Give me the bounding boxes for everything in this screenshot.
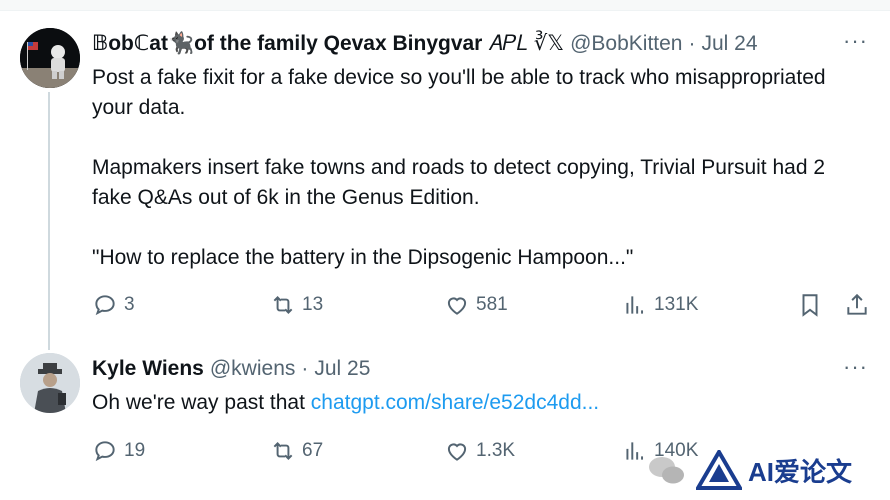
reply-button[interactable]: 19 xyxy=(92,436,145,466)
reply-icon xyxy=(95,295,115,316)
repost-count: 67 xyxy=(302,440,324,461)
avatar-kwiens[interactable] xyxy=(20,353,80,413)
bookmark-icon xyxy=(802,294,818,317)
like-button[interactable]: 1.3K xyxy=(444,436,515,466)
like-count: 581 xyxy=(476,294,508,315)
repost-button[interactable]: 67 xyxy=(270,436,323,466)
tweet-header: Kyle Wiens @kwiens · Jul 25 xyxy=(92,357,370,381)
wechat-icon xyxy=(649,457,684,484)
reply-icon xyxy=(95,441,115,462)
heart-icon xyxy=(447,443,467,461)
avatar-bobkitten[interactable] xyxy=(20,28,80,88)
person-avatar-icon xyxy=(20,353,80,413)
watermark-logo: AI爱论文 xyxy=(646,447,884,493)
more-options-button[interactable]: ··· xyxy=(843,354,868,380)
tweet-header: 𝔹obℂat🐈‍⬛of the family Qevax Binygvar 𝐴𝑃… xyxy=(92,31,758,56)
repost-button[interactable]: 13 xyxy=(270,290,323,320)
tweet-paragraph: Mapmakers insert fake towns and roads to… xyxy=(92,156,826,209)
reply-count: 19 xyxy=(124,440,146,461)
display-name[interactable]: Kyle Wiens xyxy=(92,357,204,381)
header-separator: · xyxy=(301,357,309,380)
heart-icon xyxy=(447,297,467,315)
repost-icon xyxy=(273,442,293,460)
repost-count: 13 xyxy=(302,294,324,315)
tweet-date[interactable]: Jul 24 xyxy=(701,32,757,56)
views-count: 131K xyxy=(654,294,699,315)
name-badge: 𝐴𝑃𝐿 ∛𝕏 xyxy=(488,32,565,55)
share-button[interactable] xyxy=(844,290,876,320)
views-button[interactable]: 131K xyxy=(622,290,698,320)
views-chart-icon xyxy=(626,442,644,460)
like-count: 1.3K xyxy=(476,440,516,461)
tweet-action-bar: 3 13 581 131K xyxy=(92,290,882,320)
header-separator: · xyxy=(688,31,696,55)
tweet-text: Post a fake fixit for a fake device so y… xyxy=(92,63,852,303)
tweet-text: Oh we're way past that chatgpt.com/share… xyxy=(92,388,852,418)
astronaut-avatar-icon xyxy=(20,28,80,88)
more-options-button[interactable]: ··· xyxy=(843,28,868,54)
watermark-text: AI爱论文 xyxy=(748,456,853,487)
share-icon xyxy=(847,293,867,315)
user-handle[interactable]: @BobKitten xyxy=(570,32,682,56)
bookmark-button[interactable] xyxy=(797,290,829,320)
repost-icon xyxy=(273,296,293,314)
tweet-date[interactable]: Jul 25 xyxy=(314,357,370,381)
tweet-paragraph: Post a fake fixit for a fake device so y… xyxy=(92,66,826,119)
reply-text: Oh we're way past that xyxy=(92,391,311,414)
like-button[interactable]: 581 xyxy=(444,290,508,320)
views-chart-icon xyxy=(626,296,644,314)
reply-count: 3 xyxy=(124,294,135,315)
tweet-paragraph: "How to replace the battery in the Dipso… xyxy=(92,246,634,269)
reply-button[interactable]: 3 xyxy=(92,290,135,320)
user-handle[interactable]: @kwiens xyxy=(210,357,296,381)
previous-tweet-divider xyxy=(0,0,890,11)
share-link[interactable]: chatgpt.com/share/e52dc4dd... xyxy=(311,391,599,414)
ai-logo-icon xyxy=(696,450,742,490)
display-name[interactable]: 𝔹obℂat🐈‍⬛of the family Qevax Binygvar xyxy=(92,31,482,56)
thread-connector-line xyxy=(48,92,50,350)
